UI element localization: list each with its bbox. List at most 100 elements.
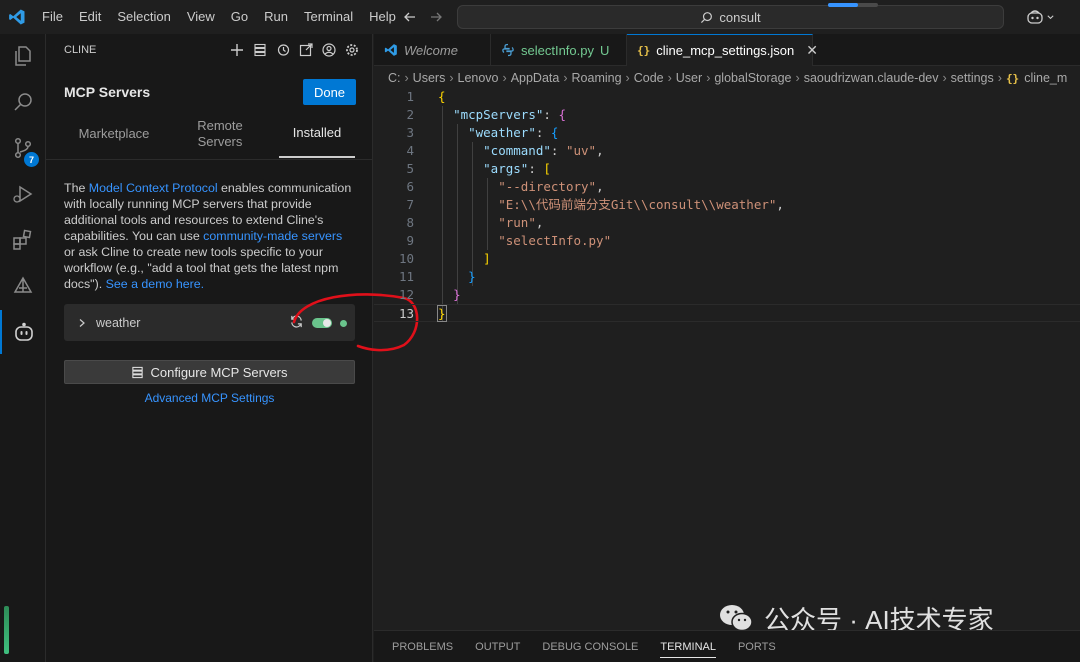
menu-go[interactable]: Go bbox=[223, 0, 256, 34]
server-status-dot bbox=[340, 319, 347, 327]
mcp-description: The Model Context Protocol enables commu… bbox=[64, 181, 352, 291]
breadcrumb-item[interactable]: Users bbox=[413, 71, 446, 85]
vscode-logo-icon bbox=[0, 0, 34, 34]
breadcrumb: C: › Users › Lenovo › AppData › Roaming › Cod… bbox=[388, 71, 1068, 85]
search-icon[interactable] bbox=[0, 80, 46, 124]
tab-remote-servers[interactable]: Remote Servers bbox=[182, 110, 258, 158]
chevron-down-icon bbox=[1047, 14, 1054, 19]
progress-bar bbox=[828, 3, 878, 7]
configure-mcp-servers-button[interactable]: Configure MCP Servers bbox=[64, 360, 355, 384]
run-debug-icon[interactable] bbox=[0, 172, 46, 216]
breadcrumb-item[interactable]: cline_m bbox=[1024, 71, 1067, 85]
breadcrumb-item[interactable]: Lenovo bbox=[458, 71, 499, 85]
settings-gear-icon[interactable] bbox=[344, 42, 360, 58]
tab-marketplace[interactable]: Marketplace bbox=[72, 110, 156, 158]
tab-selectinfo-py[interactable]: selectInfo.py U bbox=[491, 34, 627, 66]
line-number: 3 bbox=[406, 125, 414, 140]
breadcrumb-item[interactable]: Roaming bbox=[572, 71, 622, 85]
editor-tab-bar: Welcome selectInfo.py U {} cline_mcp_set… bbox=[374, 34, 1080, 66]
line-number: 9 bbox=[406, 233, 414, 248]
open-in-editor-icon[interactable] bbox=[298, 42, 314, 58]
server-stack-icon bbox=[132, 366, 144, 378]
breadcrumb-item[interactable]: Code bbox=[634, 71, 664, 85]
tab-problems[interactable]: PROBLEMS bbox=[392, 641, 453, 653]
menu-run[interactable]: Run bbox=[256, 0, 296, 34]
line-number: 1 bbox=[406, 89, 414, 104]
wechat-icon bbox=[720, 605, 753, 632]
source-control-icon[interactable]: 7 bbox=[0, 126, 46, 170]
menu-terminal[interactable]: Terminal bbox=[296, 0, 361, 34]
panel-tab-bar: PROBLEMS OUTPUT DEBUG CONSOLE TERMINAL P… bbox=[374, 630, 1080, 662]
model-context-protocol-link[interactable]: Model Context Protocol bbox=[89, 181, 218, 195]
menu-selection[interactable]: Selection bbox=[109, 0, 178, 34]
forward-arrow-icon[interactable] bbox=[428, 9, 444, 25]
server-row-weather[interactable]: weather bbox=[64, 304, 355, 341]
tab-output[interactable]: OUTPUT bbox=[475, 641, 520, 653]
back-arrow-icon[interactable] bbox=[402, 9, 418, 25]
line-number: 11 bbox=[398, 269, 414, 284]
copilot-icon[interactable] bbox=[1026, 8, 1056, 26]
breadcrumb-item[interactable]: C: bbox=[388, 71, 401, 85]
line-number: 2 bbox=[406, 107, 414, 122]
line-number: 7 bbox=[406, 197, 414, 212]
close-tab-icon[interactable]: ✕ bbox=[806, 42, 818, 59]
mcp-tabs: Marketplace Remote Servers Installed bbox=[46, 110, 372, 160]
server-name: weather bbox=[96, 315, 141, 330]
demo-link[interactable]: See a demo here. bbox=[106, 277, 205, 291]
activity-bar: 7 bbox=[0, 34, 46, 662]
mcp-servers-heading: MCP Servers bbox=[64, 84, 151, 100]
tab-installed[interactable]: Installed bbox=[279, 110, 355, 158]
json-file-icon: {} bbox=[637, 44, 651, 57]
community-servers-link[interactable]: community-made servers bbox=[203, 229, 342, 243]
command-center-text: consult bbox=[719, 9, 761, 25]
scm-badge: 7 bbox=[24, 152, 39, 167]
status-indicator bbox=[4, 606, 9, 654]
menu-help[interactable]: Help bbox=[361, 0, 404, 34]
configure-label: Configure MCP Servers bbox=[150, 364, 288, 380]
command-center-search[interactable]: consult bbox=[457, 5, 1004, 29]
menu-view[interactable]: View bbox=[179, 0, 223, 34]
search-icon bbox=[701, 11, 713, 23]
extensions-icon[interactable] bbox=[0, 218, 46, 262]
tab-terminal[interactable]: TERMINAL bbox=[660, 641, 716, 658]
title-bar: File Edit Selection View Go Run Terminal… bbox=[0, 0, 1080, 34]
breadcrumb-item[interactable]: saoudrizwan.claude-dev bbox=[804, 71, 939, 85]
cline-sidebar: CLINE MCP Servers Done Marketplace Remot… bbox=[46, 34, 419, 662]
remote-explorer-icon[interactable] bbox=[0, 264, 46, 308]
line-number-current: 13 bbox=[398, 306, 414, 321]
line-number: 10 bbox=[398, 251, 414, 266]
line-number: 8 bbox=[406, 215, 414, 230]
account-icon[interactable] bbox=[321, 42, 337, 58]
advanced-mcp-settings-link[interactable]: Advanced MCP Settings bbox=[64, 391, 355, 405]
server-enable-toggle[interactable] bbox=[312, 318, 332, 328]
menu-edit[interactable]: Edit bbox=[71, 0, 109, 34]
line-number: 5 bbox=[406, 161, 414, 176]
chevron-right-icon[interactable] bbox=[74, 315, 90, 331]
restart-server-icon[interactable] bbox=[289, 314, 304, 332]
done-button[interactable]: Done bbox=[303, 79, 356, 105]
python-file-icon bbox=[502, 43, 514, 57]
new-task-icon[interactable] bbox=[229, 42, 245, 58]
line-number: 4 bbox=[406, 143, 414, 158]
mcp-servers-icon[interactable] bbox=[252, 42, 268, 58]
tab-debug-console[interactable]: DEBUG CONSOLE bbox=[542, 641, 638, 653]
history-icon[interactable] bbox=[275, 42, 291, 58]
json-file-icon: {} bbox=[1005, 71, 1020, 85]
sidebar-title: CLINE bbox=[64, 44, 97, 56]
menu-file[interactable]: File bbox=[34, 0, 71, 34]
tab-cline-mcp-settings[interactable]: {} cline_mcp_settings.json ✕ bbox=[627, 34, 818, 66]
breadcrumb-item[interactable]: AppData bbox=[511, 71, 560, 85]
untracked-badge: U bbox=[600, 42, 610, 58]
code-editor[interactable]: 1{ 2 "mcpServers": { 3 "weather": { 4 "c… bbox=[374, 88, 1080, 322]
line-number: 6 bbox=[406, 179, 414, 194]
line-number: 12 bbox=[398, 287, 414, 302]
breadcrumb-item[interactable]: settings bbox=[951, 71, 994, 85]
menu-bar: File Edit Selection View Go Run Terminal… bbox=[34, 0, 404, 34]
tab-ports[interactable]: PORTS bbox=[738, 641, 776, 653]
explorer-icon[interactable] bbox=[0, 34, 46, 78]
breadcrumb-item[interactable]: globalStorage bbox=[714, 71, 791, 85]
breadcrumb-item[interactable]: User bbox=[676, 71, 702, 85]
tab-welcome[interactable]: Welcome bbox=[374, 34, 491, 66]
cline-icon[interactable] bbox=[0, 310, 46, 354]
vscode-logo-icon bbox=[384, 44, 397, 56]
